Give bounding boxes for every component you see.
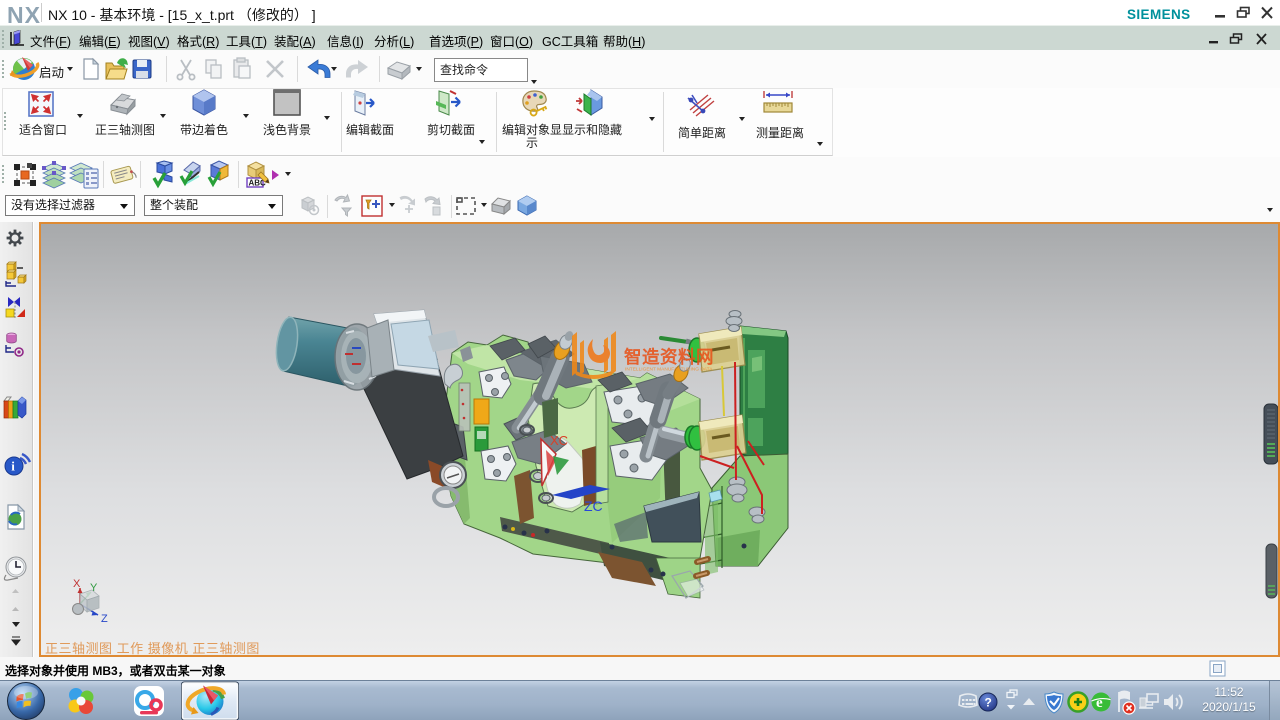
svg-text:智造资料网: 智造资料网	[624, 347, 714, 367]
svg-text:ZC: ZC	[584, 498, 603, 514]
svg-text:XC: XC	[550, 433, 568, 448]
svg-text:INTELLIGENT MANUFACTURING DATA: INTELLIGENT MANUFACTURING DATA	[625, 367, 713, 373]
svg-text:Z: Z	[101, 613, 108, 625]
svg-text:Y: Y	[90, 582, 98, 594]
svg-text:?: ?	[985, 696, 992, 710]
svg-text:X: X	[73, 578, 81, 590]
svg-text:i: i	[11, 459, 15, 474]
